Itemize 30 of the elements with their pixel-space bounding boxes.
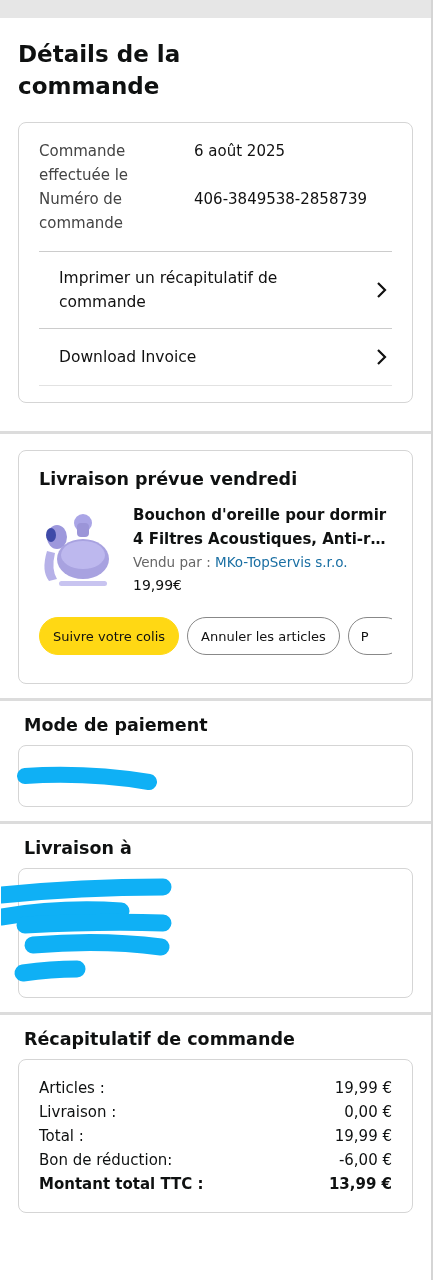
info-label: Numéro de commande bbox=[39, 189, 125, 234]
info-label: Commande effectuée le bbox=[39, 141, 130, 186]
summary-value: 19,99 € bbox=[334, 1126, 392, 1147]
order-link[interactable]: Download Invoice bbox=[39, 328, 392, 385]
summary-label: Livraison : bbox=[39, 1102, 117, 1123]
section-title: Récapitulatif de commande bbox=[24, 1029, 296, 1049]
action-button[interactable]: Suivre votre colis bbox=[39, 617, 180, 655]
summary-value: 13,99 € bbox=[328, 1174, 392, 1195]
summary-label: Montant total TTC : bbox=[39, 1174, 204, 1195]
section-title: Mode de paiement bbox=[24, 715, 209, 735]
action-button[interactable]: Annuler les articles bbox=[187, 617, 340, 655]
summary-value: 19,99 € bbox=[334, 1078, 392, 1099]
summary-value: -6,00 € bbox=[338, 1150, 392, 1171]
summary-label: Total : bbox=[39, 1126, 84, 1147]
section-title: Livraison prévue vendredi bbox=[39, 469, 299, 489]
chevron-right-icon bbox=[376, 348, 388, 366]
summary-label: Bon de réduction: bbox=[39, 1150, 173, 1171]
chevron-right-icon bbox=[376, 281, 388, 299]
action-button[interactable]: P bbox=[347, 617, 392, 655]
section-title: Livraison à bbox=[24, 838, 133, 858]
product-name[interactable]: Bouchon d'oreille pour dormir 4 Filtres Acoustiques, Anti-r… bbox=[133, 503, 392, 551]
seller-link[interactable]: MKo-TopServis s.r.o. bbox=[215, 554, 348, 570]
page-title: Détails de la commande bbox=[18, 40, 182, 101]
info-value: 6 août 2025 bbox=[194, 141, 285, 162]
product-price: 19,99€ bbox=[133, 576, 183, 595]
summary-value: 0,00 € bbox=[344, 1102, 392, 1123]
sold-by-label: Vendu par : bbox=[133, 554, 211, 570]
summary-label: Articles : bbox=[39, 1078, 105, 1099]
info-value: 406-3849538-2858739 bbox=[194, 189, 368, 210]
order-link[interactable]: Imprimer un récapitulatif de commande bbox=[39, 251, 392, 328]
